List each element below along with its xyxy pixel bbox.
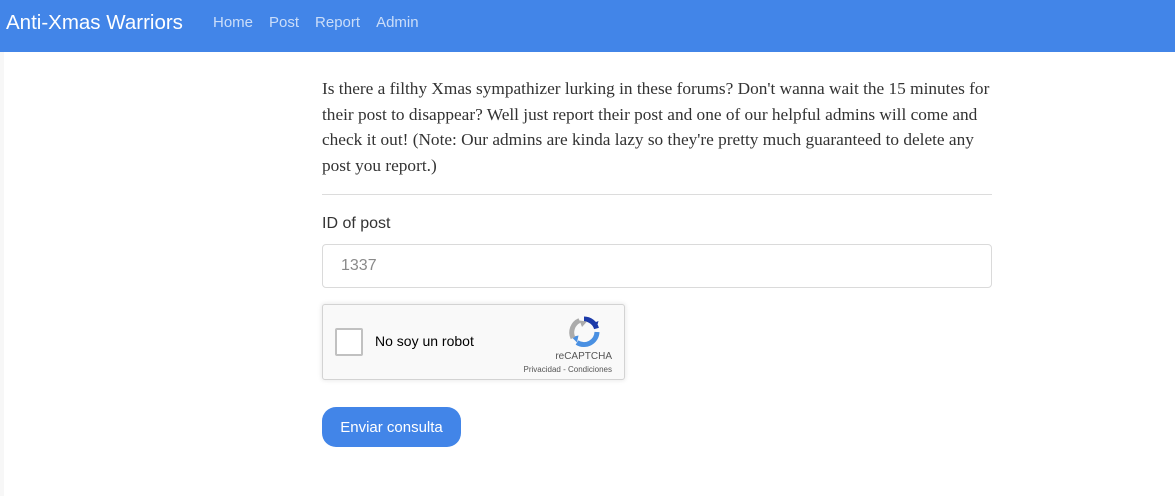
report-panel: Is there a filthy Xmas sympathizer lurki… [4, 52, 1175, 496]
recaptcha-logo-icon [569, 316, 600, 348]
nav-link-report[interactable]: Report [315, 14, 360, 32]
post-id-input[interactable] [322, 244, 992, 288]
recaptcha-separator: - [560, 365, 568, 374]
recaptcha-terms-link[interactable]: Condiciones [568, 365, 612, 374]
recaptcha-widget: No soy un robot reCAPTCHA Privacidad - C… [322, 304, 625, 380]
recaptcha-terms: Privacidad - Condiciones [524, 365, 613, 375]
submit-button[interactable]: Enviar consulta [322, 407, 461, 447]
nav-link-admin[interactable]: Admin [376, 14, 419, 32]
divider [322, 194, 992, 195]
report-intro-text: Is there a filthy Xmas sympathizer lurki… [322, 79, 990, 176]
nav-link-home[interactable]: Home [213, 14, 253, 32]
recaptcha-privacy-link[interactable]: Privacidad [524, 365, 561, 374]
recaptcha-brand: reCAPTCHA [555, 351, 612, 362]
recaptcha-label: No soy un robot [375, 333, 474, 349]
recaptcha-checkbox[interactable] [335, 328, 363, 356]
nav-links: Home Post Report Admin [213, 14, 419, 32]
brand-link[interactable]: Anti-Xmas Warriors [6, 10, 183, 36]
nav-link-post[interactable]: Post [269, 14, 299, 32]
top-navbar: Anti-Xmas Warriors Home Post Report Admi… [0, 0, 1175, 52]
post-id-label: ID of post [322, 215, 391, 232]
